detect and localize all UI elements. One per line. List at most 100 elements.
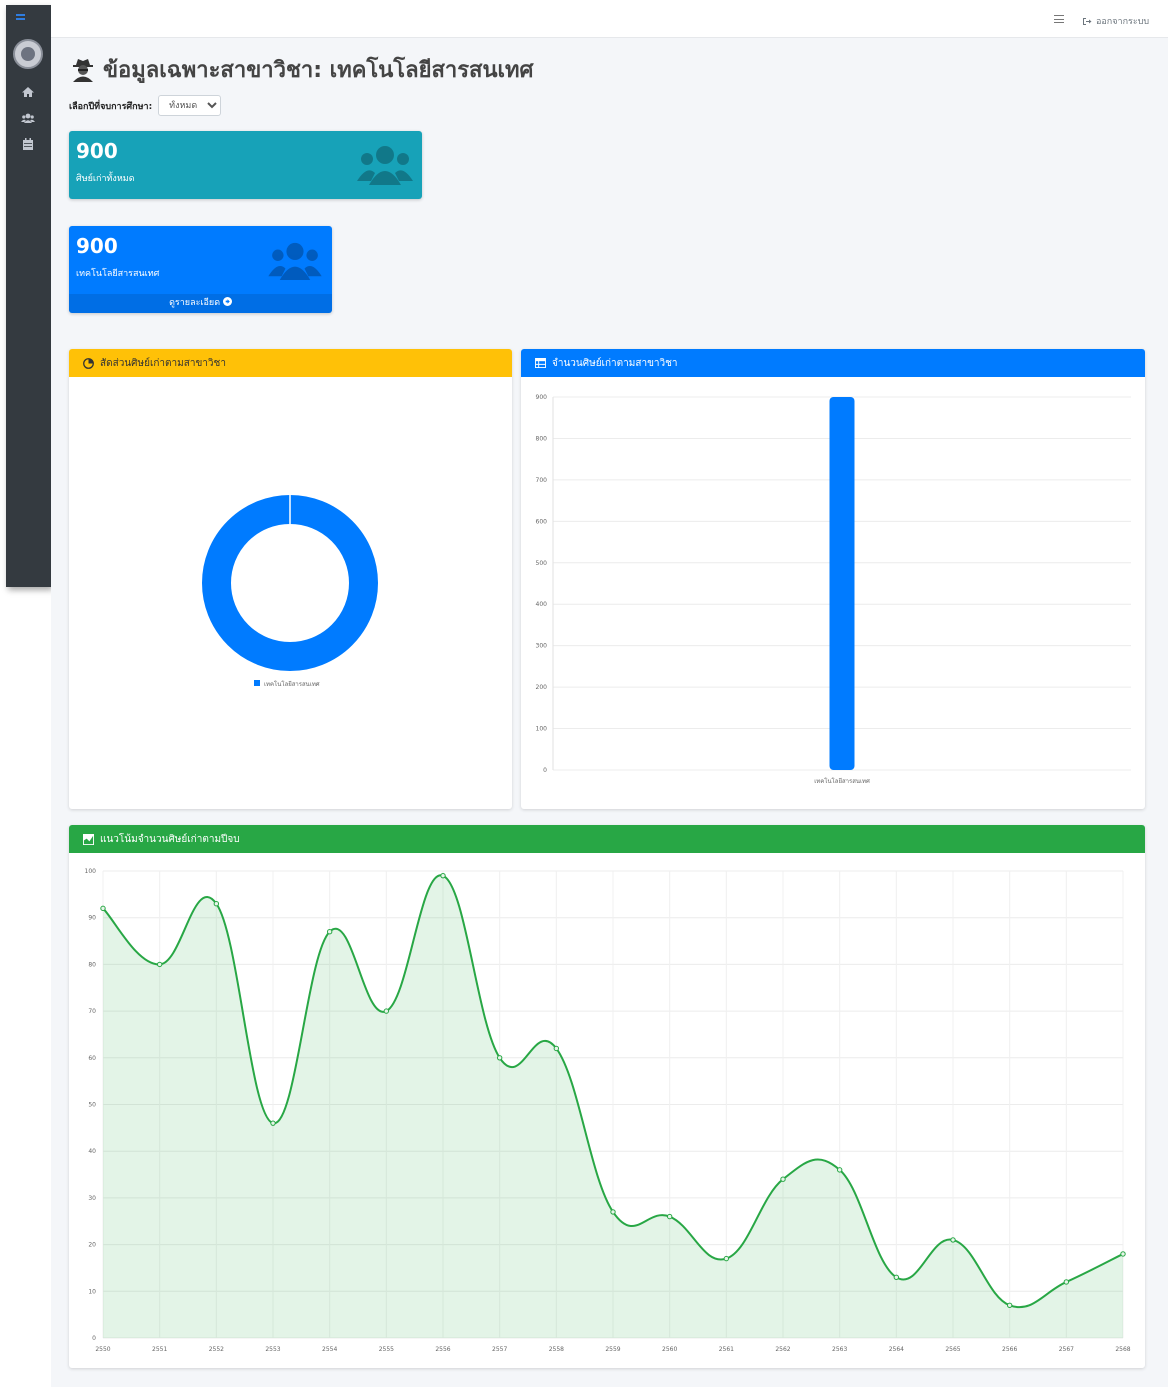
bar-y-tick: 700: [536, 477, 548, 484]
bar-x-tick: เทคโนโลยีสารสนเทศ: [814, 777, 870, 785]
sidebar-toggle-icon[interactable]: [6, 5, 51, 25]
line-x-tick: 2552: [209, 1346, 224, 1353]
pie-chart-title: สัดส่วนศิษย์เก่าตามสาขาวิชา: [100, 357, 226, 369]
line-x-tick: 2561: [719, 1346, 734, 1353]
page-title: ข้อมูลเฉพาะสาขาวิชา: เทคโนโลยีสารสนเทศ: [71, 52, 534, 87]
line-point: [156, 961, 163, 968]
total-alumni-box: 900 ศิษย์เก่าทั้งหมด: [69, 131, 422, 199]
user-secret-icon: [73, 58, 93, 82]
bar-y-tick: 300: [536, 643, 548, 650]
logout-label: ออกจากระบบ: [1096, 17, 1150, 27]
bar-y-tick: 200: [536, 684, 548, 691]
logout-link[interactable]: ออกจากระบบ: [1082, 14, 1149, 28]
line-x-tick: 2565: [945, 1346, 960, 1353]
bar-y-tick: 900: [536, 394, 548, 401]
university-logo: [13, 39, 43, 69]
year-select[interactable]: ทั้งหมด: [158, 95, 222, 116]
year-filter-label: เลือกปีที่จบการศึกษา:: [69, 101, 153, 112]
line-x-tick: 2566: [1002, 1346, 1017, 1353]
line-x-tick: 2551: [152, 1346, 167, 1353]
line-y-tick: 30: [88, 1195, 96, 1202]
major-alumni-label: เทคโนโลยีสารสนเทศ: [76, 269, 160, 279]
sidebar: [6, 5, 51, 587]
line-x-tick: 2568: [1115, 1346, 1130, 1353]
line-point: [213, 900, 220, 907]
arrow-circle-right-icon: [222, 297, 232, 306]
line-chart-header: แนวโน้มจำนวนศิษย์เก่าตามปีจบ: [69, 825, 1145, 853]
view-details-link[interactable]: ดูรายละเอียด: [69, 294, 332, 313]
bar-chart-header: จำนวนศิษย์เก่าตามสาขาวิชา: [521, 349, 1145, 377]
table-icon: [535, 358, 546, 368]
users-icon: [268, 242, 322, 280]
line-x-tick: 2550: [95, 1346, 110, 1353]
major-alumni-box: 900 เทคโนโลยีสารสนเทศ ดูรายละเอียด: [69, 226, 332, 313]
sign-out-icon: [1083, 17, 1092, 25]
bar-chart-card: จำนวนศิษย์เก่าตามสาขาวิชา 0 100 200 300 400 5…: [521, 349, 1145, 809]
line-point: [440, 872, 446, 879]
line-point: [553, 1045, 560, 1052]
line-x-tick: 2555: [379, 1346, 394, 1353]
line-y-tick: 100: [85, 868, 97, 875]
top-navbar: ออกจากระบบ: [51, 0, 1168, 38]
calendar-icon[interactable]: [21, 137, 35, 151]
line-point: [723, 1255, 730, 1262]
line-x-tick: 2563: [832, 1346, 847, 1353]
line-point: [780, 1176, 786, 1182]
line-chart: 0 10 20 30 40 50 60 70 80 90 100 2550 2551 2552 2553 25…: [85, 868, 1131, 1353]
bar-y-tick: 500: [536, 560, 548, 567]
line-point: [836, 1167, 843, 1173]
line-x-tick: 2554: [322, 1346, 337, 1353]
line-chart-card: แนวโน้มจำนวนศิษย์เก่าตามปีจบ 0 10 20 30 40 50…: [69, 825, 1145, 1368]
line-x-tick: 2564: [889, 1346, 904, 1353]
pie-slice: [202, 495, 378, 671]
bar: [829, 397, 855, 770]
line-point: [666, 1213, 673, 1220]
pie-legend-swatch: [254, 680, 260, 686]
pie-chart-header: สัดส่วนศิษย์เก่าตามสาขาวิชา: [69, 349, 512, 377]
major-alumni-count: 900: [76, 234, 118, 258]
menu-icon[interactable]: [1054, 15, 1064, 23]
line-y-tick: 50: [88, 1102, 96, 1109]
home-icon[interactable]: [21, 85, 35, 99]
bar-chart: 0 100 200 300 400 500 600 700 800 900 เทคโนโลยีสาร…: [536, 394, 1131, 785]
line-point: [893, 1274, 900, 1280]
line-x-tick: 2557: [492, 1346, 507, 1353]
pie-chart-icon: [83, 357, 94, 369]
line-point: [270, 1120, 276, 1126]
year-filter: เลือกปีที่จบการศึกษา: ทั้งหมด: [69, 95, 222, 116]
line-point: [950, 1237, 956, 1243]
line-y-tick: 20: [88, 1242, 96, 1249]
line-y-tick: 90: [88, 915, 96, 922]
pie-chart: เทคโนโลยีสารสนเทศ: [202, 495, 378, 688]
total-alumni-label: ศิษย์เก่าทั้งหมด: [76, 174, 135, 184]
total-alumni-count: 900: [76, 139, 118, 163]
bar-y-tick: 800: [536, 435, 548, 442]
line-point: [326, 929, 333, 935]
line-point: [496, 1055, 503, 1061]
view-details-label: ดูรายละเอียด: [169, 298, 221, 308]
area-chart-icon: [83, 833, 94, 845]
line-x-tick: 2567: [1059, 1346, 1074, 1353]
bar-y-tick: 100: [536, 726, 548, 733]
bar-y-tick: 600: [536, 518, 548, 525]
line-x-tick: 2553: [265, 1346, 280, 1353]
line-y-tick: 80: [88, 961, 96, 968]
bar-chart-title: จำนวนศิษย์เก่าตามสาขาวิชา: [552, 357, 678, 369]
line-point: [1063, 1279, 1070, 1285]
line-point: [610, 1209, 616, 1215]
line-point: [1006, 1302, 1013, 1309]
line-x-tick: 2556: [435, 1346, 450, 1353]
line-x-tick: 2559: [605, 1346, 620, 1353]
line-y-tick: 70: [88, 1008, 96, 1015]
main-content: ออกจากระบบ ข้อมูลเฉพาะสาขาวิชา: เทคโนโลย…: [51, 0, 1168, 1387]
bar-y-tick: 400: [536, 601, 548, 608]
line-x-tick: 2558: [549, 1346, 564, 1353]
pie-chart-card: สัดส่วนศิษย์เก่าตามสาขาวิชา เทคโนโลยีสาร…: [69, 349, 512, 809]
line-y-tick: 0: [92, 1335, 96, 1342]
line-chart-title: แนวโน้มจำนวนศิษย์เก่าตามปีจบ: [100, 833, 240, 845]
users-icon: [357, 146, 413, 185]
line-x-tick: 2562: [775, 1346, 790, 1353]
line-point: [383, 1008, 390, 1014]
pie-legend-label: เทคโนโลยีสารสนเทศ: [264, 680, 320, 688]
users-icon[interactable]: [21, 111, 35, 125]
